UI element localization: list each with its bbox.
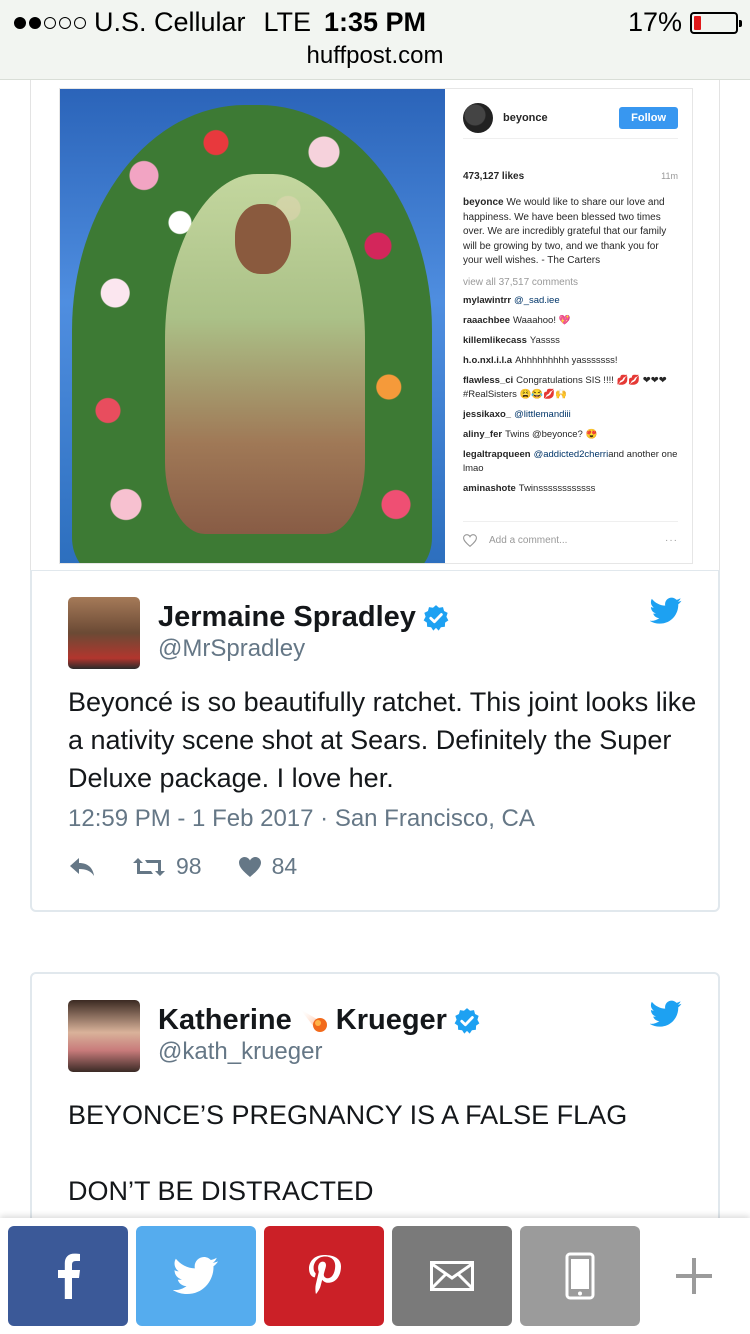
comment-item: killemlikecass Yassss — [463, 334, 678, 348]
tweet-author-name[interactable]: Katherine Krueger — [158, 1004, 481, 1037]
page-content[interactable]: beyonce Follow 473,127 likes 11m beyonce… — [0, 80, 750, 1218]
instagram-sidebar: beyonce Follow 473,127 likes 11m beyonce… — [445, 89, 692, 563]
likes-count[interactable]: 473,127 likes — [463, 171, 524, 182]
caption-username[interactable]: beyonce — [463, 197, 504, 208]
follow-button[interactable]: Follow — [619, 106, 678, 129]
comment-item: mylawintrr @_sad.iee — [463, 294, 678, 308]
comment-username[interactable]: killemlikecass — [463, 335, 527, 346]
tweet-timestamp[interactable]: 12:59 PM - 1 Feb 2017 · San Francisco, C… — [68, 805, 535, 833]
comment-item: flawless_ci Congratulations SIS !!!! 💋💋 ❤… — [463, 374, 678, 402]
comment-text: Waaahoo! 💖 — [513, 314, 571, 326]
comment-username[interactable]: flawless_ci — [463, 375, 513, 386]
pinterest-icon — [309, 1255, 341, 1294]
tweet-card[interactable]: Katherine Krueger @kath_krueger BEYONCE’… — [30, 972, 720, 1218]
plus-icon — [676, 1258, 712, 1294]
face-image — [235, 204, 291, 274]
tweet-text: Beyoncé is so beautifully ratchet. This … — [68, 687, 697, 793]
network-type: LTE — [263, 7, 312, 37]
instagram-header: beyonce Follow — [463, 102, 678, 139]
facebook-icon — [58, 1253, 80, 1299]
like-heart-icon[interactable] — [463, 534, 477, 547]
add-comment-row: Add a comment... ··· — [463, 521, 678, 547]
tweet-author-handle[interactable]: @kath_krueger — [158, 1038, 322, 1066]
twitter-bird-icon[interactable] — [650, 1000, 682, 1028]
avatar[interactable] — [463, 102, 493, 133]
comments-list: mylawintrr @_sad.iee raaachbee Waaahoo! 💖 ki… — [463, 294, 678, 496]
instagram-embed-container: beyonce Follow 473,127 likes 11m beyonce… — [30, 80, 720, 572]
carrier-name: U.S. Cellular — [94, 7, 246, 37]
comment-mention[interactable]: @_sad.iee — [514, 295, 560, 306]
reply-icon — [70, 857, 94, 876]
retweet-count: 98 — [176, 853, 202, 879]
pinterest-share-button[interactable] — [264, 1226, 384, 1326]
add-comment-input[interactable]: Add a comment... — [489, 535, 567, 546]
email-icon — [430, 1261, 474, 1291]
twitter-icon — [173, 1257, 219, 1295]
retweet-icon — [133, 857, 165, 876]
battery-percent: 17% — [627, 7, 682, 37]
address-bar-url[interactable]: huffpost.com — [0, 42, 750, 70]
verified-badge-icon — [423, 604, 449, 631]
twitter-share-button[interactable] — [136, 1226, 256, 1326]
instagram-photo[interactable] — [60, 89, 445, 563]
twitter-bird-icon[interactable] — [650, 597, 682, 625]
author-last-name: Krueger — [335, 1004, 447, 1036]
comment-text: Yassss — [529, 334, 560, 346]
tweet-text-line: BEYONCE’S PREGNANCY IS A FALSE FLAG — [68, 1100, 628, 1130]
instagram-embed: beyonce Follow 473,127 likes 11m beyonce… — [59, 88, 693, 564]
comment-item: jessikaxo_ @littlemandiii — [463, 408, 678, 422]
signal-strength-icon — [14, 16, 86, 29]
sms-share-button[interactable] — [520, 1226, 640, 1326]
heart-icon — [238, 856, 261, 877]
avatar[interactable] — [68, 597, 140, 669]
battery-icon — [690, 11, 742, 34]
share-bar — [0, 1218, 750, 1334]
comment-username[interactable]: h.o.nxl.i.l.a — [463, 355, 512, 366]
battery-status: 17% — [627, 7, 742, 38]
email-share-button[interactable] — [392, 1226, 512, 1326]
retweet-button[interactable]: 98 — [132, 853, 202, 880]
more-share-button[interactable] — [636, 1226, 750, 1326]
tweet-card[interactable]: Jermaine Spradley @MrSpradley Beyoncé is… — [30, 570, 720, 912]
status-bar: U.S. Cellular LTE 1:35 PM 17% huffpost.c… — [0, 0, 750, 80]
post-age: 11m — [661, 171, 678, 181]
author-name: Jermaine Spradley — [158, 601, 416, 633]
tweet-author-handle[interactable]: @MrSpradley — [158, 635, 305, 663]
more-options-icon[interactable]: ··· — [665, 535, 678, 546]
verified-badge-icon — [454, 1007, 480, 1034]
comment-mention[interactable]: @littlemandiii — [514, 409, 571, 420]
view-all-comments-link[interactable]: view all 37,517 comments — [463, 277, 678, 288]
comment-username[interactable]: aminashote — [463, 483, 516, 494]
phone-icon — [565, 1252, 595, 1300]
comet-emoji-icon — [299, 1008, 327, 1032]
comment-text: Twinssssssssssss — [518, 482, 596, 494]
comment-item: aminashote Twinssssssssssss — [463, 482, 678, 496]
likes-row: 473,127 likes 11m — [463, 171, 678, 182]
tweet-author-name[interactable]: Jermaine Spradley — [158, 601, 450, 634]
author-first-name: Katherine — [158, 1004, 292, 1036]
avatar[interactable] — [68, 1000, 140, 1072]
comment-text: Twins @beyonce? 😍 — [505, 428, 598, 440]
caption: beyonce We would like to share our love … — [463, 196, 678, 269]
carrier-info: U.S. Cellular LTE — [14, 7, 311, 38]
like-button[interactable]: 84 — [238, 853, 298, 880]
tweet-actions: 98 84 — [68, 853, 333, 880]
comment-item: aliny_fer Twins @beyonce? 😍 — [463, 428, 678, 442]
reply-button[interactable] — [68, 856, 96, 878]
comment-item: raaachbee Waaahoo! 💖 — [463, 314, 678, 328]
comment-text: Ahhhhhhhhh yasssssss! — [515, 354, 618, 366]
facebook-share-button[interactable] — [8, 1226, 128, 1326]
comment-username[interactable]: aliny_fer — [463, 429, 502, 440]
comment-username[interactable]: legaltrapqueen — [463, 449, 531, 460]
comment-mention[interactable]: @addicted2cherri — [534, 449, 609, 460]
comment-username[interactable]: raaachbee — [463, 315, 510, 326]
comment-username[interactable]: jessikaxo_ — [463, 409, 511, 420]
like-count: 84 — [271, 853, 298, 879]
comment-item: h.o.nxl.i.l.a Ahhhhhhhhh yasssssss! — [463, 354, 678, 368]
comment-username[interactable]: mylawintrr — [463, 295, 511, 306]
instagram-username[interactable]: beyonce — [503, 112, 619, 124]
comment-item: legaltrapqueen @addicted2cherriand anothe… — [463, 448, 678, 476]
tweet-text-line: DON’T BE DISTRACTED — [68, 1176, 374, 1206]
